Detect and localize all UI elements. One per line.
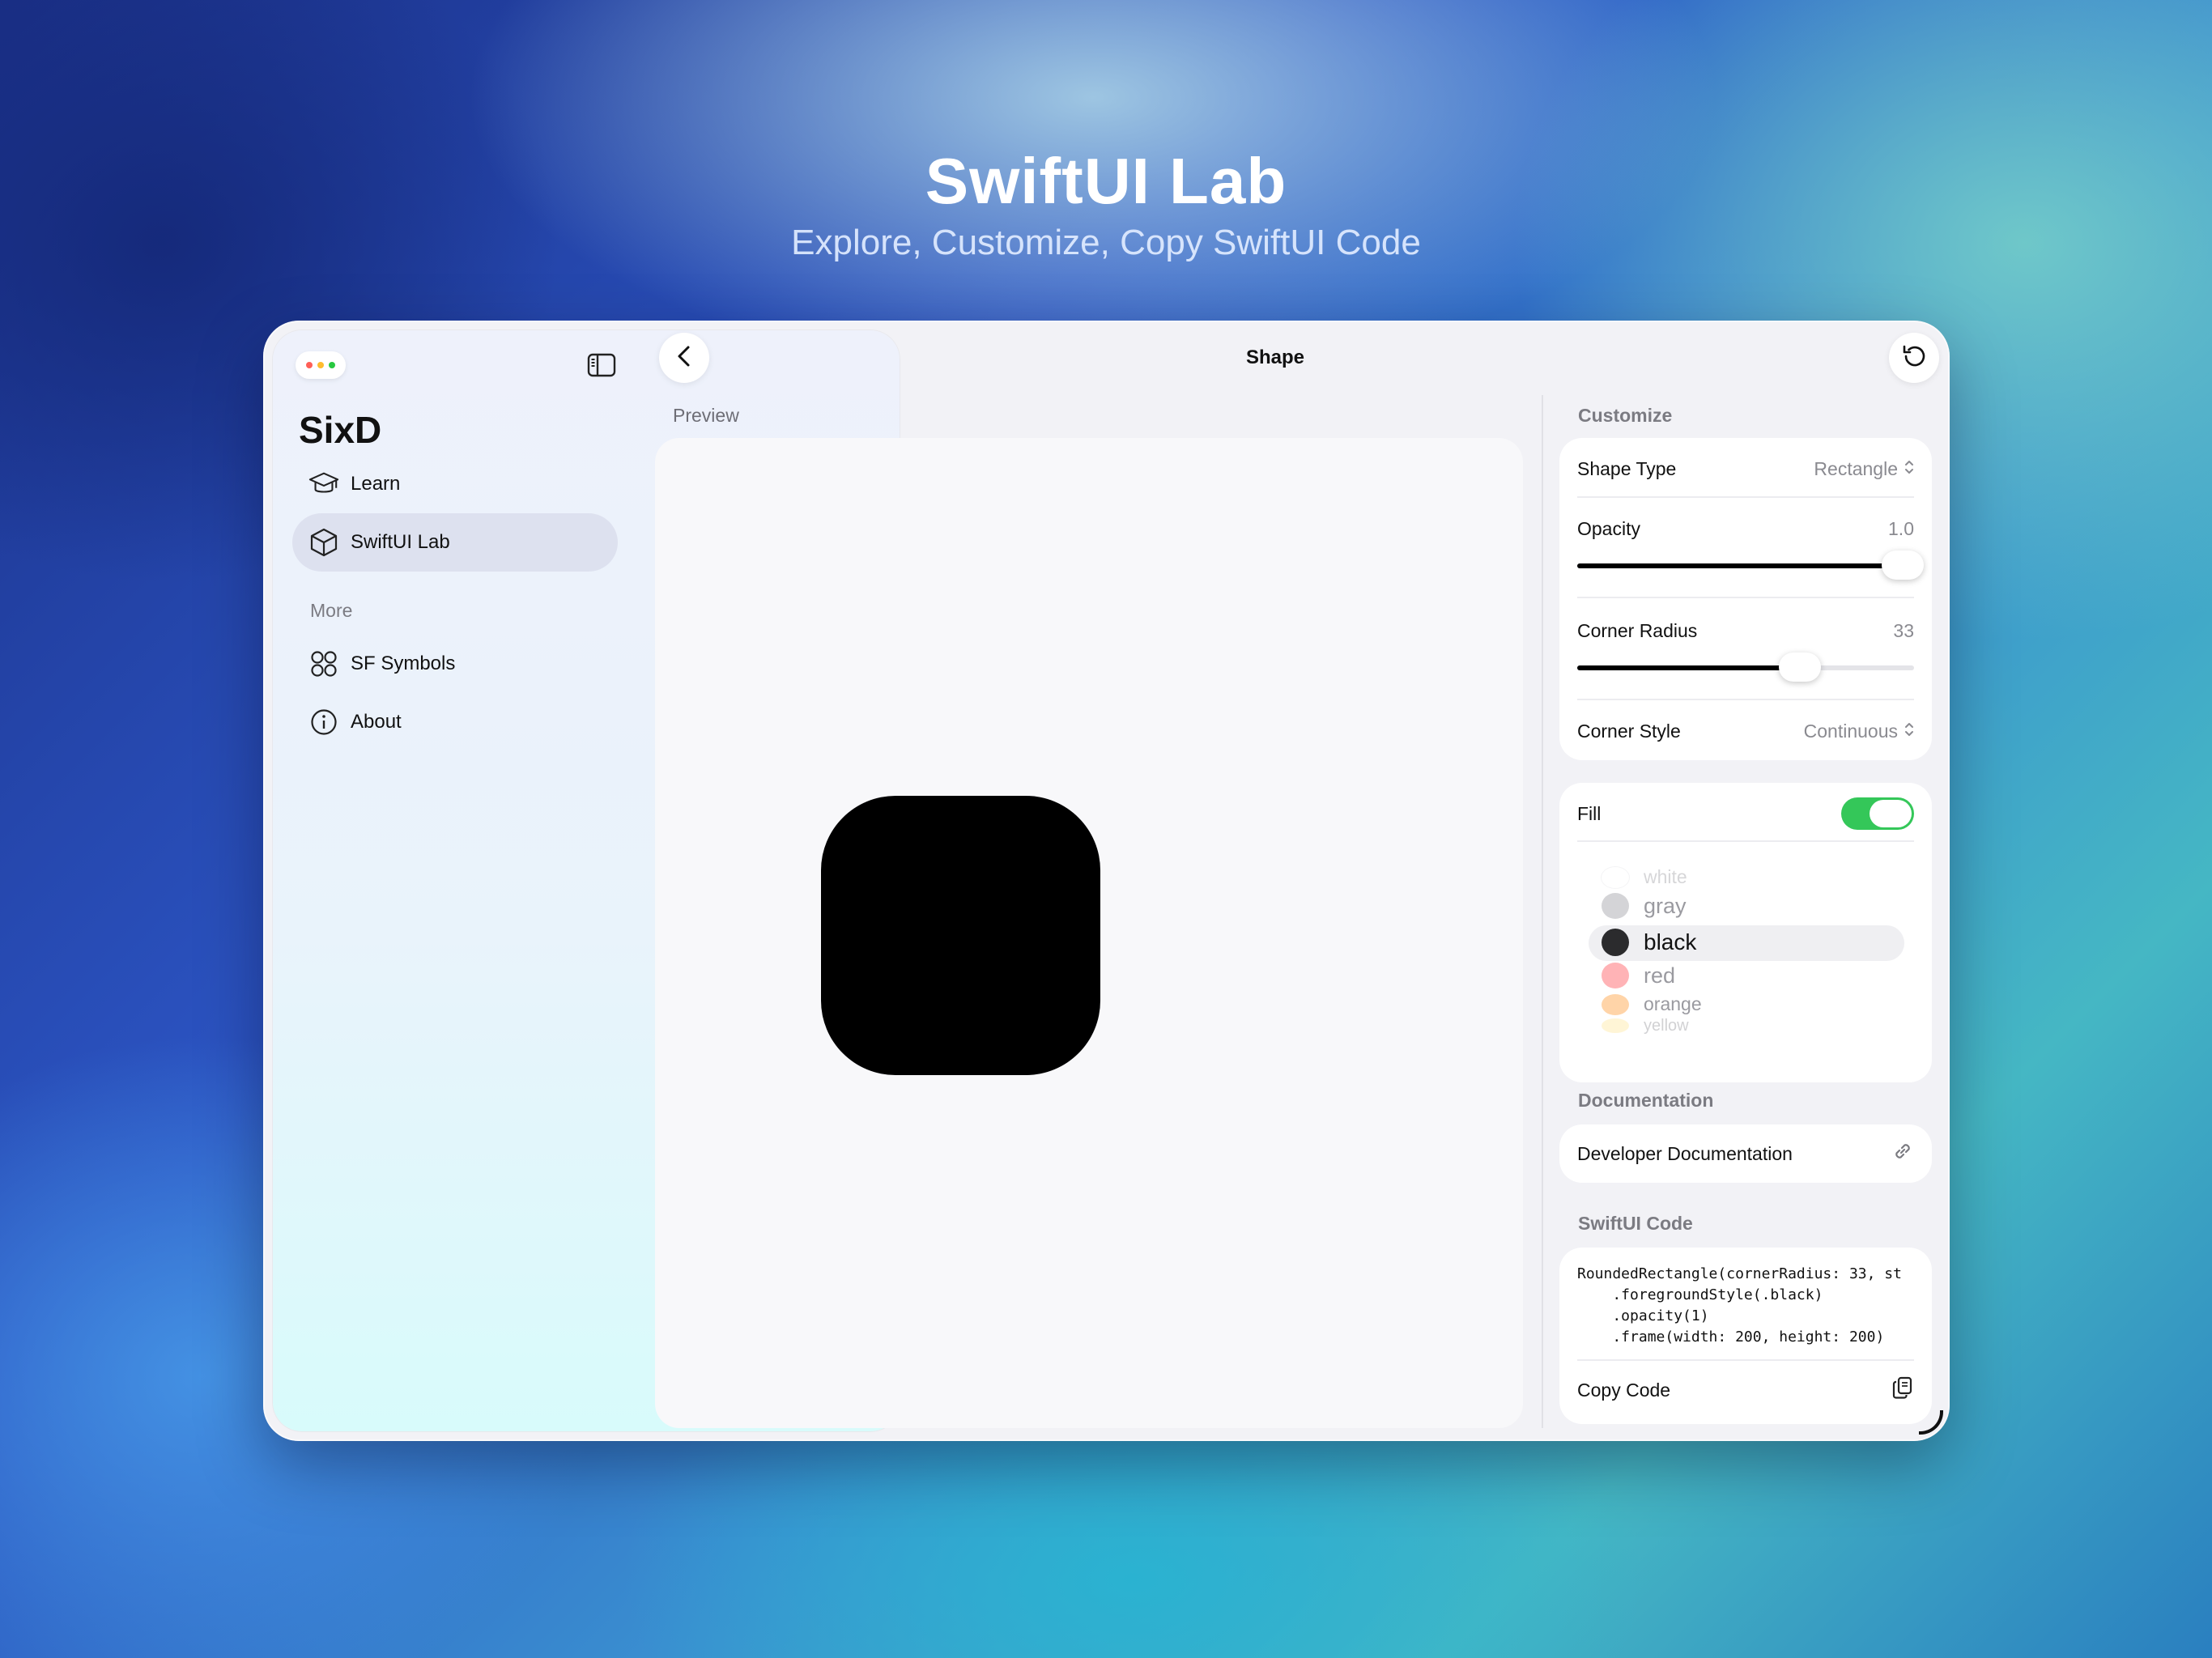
hero-title: SwiftUI Lab	[925, 145, 1287, 217]
fill-toggle[interactable]	[1841, 797, 1914, 830]
app-brand: SixD	[299, 409, 382, 451]
divider	[1577, 699, 1914, 700]
sidebar-item-label: About	[351, 711, 402, 733]
shape-type-row[interactable]: Shape Type Rectangle	[1577, 453, 1914, 485]
zoom-dot[interactable]	[329, 362, 335, 368]
opacity-row: Opacity 1.0	[1577, 512, 1914, 545]
sidebar-item-about[interactable]: About	[292, 693, 618, 751]
divider	[1577, 1359, 1914, 1361]
reset-icon	[1900, 342, 1928, 374]
sidebar-item-label: SF Symbols	[351, 653, 456, 674]
preview-label: Preview	[673, 405, 739, 426]
sidebar-item-learn[interactable]: Learn	[292, 455, 618, 513]
divider	[1577, 840, 1914, 842]
shape-type-picker[interactable]: Rectangle	[1814, 458, 1914, 480]
copy-icon	[1891, 1375, 1914, 1405]
divider	[1577, 496, 1914, 498]
info-circle-icon	[308, 707, 339, 738]
corner-style-label: Corner Style	[1577, 720, 1681, 742]
corner-radius-slider[interactable]	[1577, 653, 1914, 682]
copy-code-button[interactable]: Copy Code	[1577, 1374, 1914, 1406]
corner-radius-slider-thumb[interactable]	[1778, 653, 1821, 682]
back-button[interactable]	[659, 333, 709, 383]
opacity-slider-thumb[interactable]	[1882, 551, 1924, 580]
color-name: black	[1644, 929, 1697, 954]
color-option-white[interactable]: white	[1602, 866, 1687, 888]
color-name: red	[1644, 963, 1676, 988]
reset-button[interactable]	[1889, 333, 1939, 383]
panel-divider	[1542, 395, 1543, 1428]
color-swatch	[1602, 1018, 1629, 1033]
minimize-dot[interactable]	[317, 362, 324, 368]
developer-documentation-label: Developer Documentation	[1577, 1142, 1793, 1164]
color-option-yellow[interactable]: yellow	[1602, 1018, 1689, 1034]
opacity-value: 1.0	[1888, 517, 1914, 539]
swiftui-code-label: SwiftUI Code	[1578, 1213, 1693, 1234]
chevron-up-down-icon	[1904, 458, 1914, 480]
fill-card: Fill white gray black red orange yellow	[1559, 783, 1932, 1082]
grid-circles-icon	[308, 648, 339, 679]
color-option-black[interactable]: black	[1602, 929, 1696, 956]
color-name: orange	[1644, 993, 1702, 1014]
opacity-slider-fill	[1577, 563, 1898, 568]
code-line: .opacity(1)	[1577, 1307, 1709, 1324]
code-card: RoundedRectangle(cornerRadius: 33, st .f…	[1559, 1248, 1932, 1424]
corner-style-row[interactable]: Corner Style Continuous	[1577, 715, 1914, 747]
corner-radius-label: Corner Radius	[1577, 619, 1698, 641]
color-name: gray	[1644, 893, 1687, 918]
shape-type-label: Shape Type	[1577, 457, 1677, 479]
resize-handle[interactable]	[1919, 1410, 1943, 1435]
sidebar-section-more: More	[310, 600, 353, 621]
code-line: RoundedRectangle(cornerRadius: 33, st	[1577, 1265, 1902, 1282]
toggle-knob	[1870, 800, 1912, 827]
chevron-up-down-icon	[1904, 721, 1914, 742]
link-icon	[1891, 1140, 1914, 1167]
window-controls[interactable]	[296, 351, 346, 379]
color-swatch	[1602, 929, 1629, 956]
fill-row: Fill	[1577, 796, 1914, 831]
corner-style-picker[interactable]: Continuous	[1804, 721, 1914, 742]
corner-radius-value: 33	[1893, 619, 1914, 641]
color-swatch	[1602, 866, 1629, 888]
color-option-gray[interactable]: gray	[1602, 893, 1687, 919]
color-option-orange[interactable]: orange	[1602, 993, 1702, 1015]
preview-shape	[821, 796, 1100, 1075]
corner-radius-row: Corner Radius 33	[1577, 614, 1914, 647]
color-swatch	[1602, 893, 1629, 919]
hero-subtitle: Explore, Customize, Copy SwiftUI Code	[791, 223, 1421, 262]
shape-type-value: Rectangle	[1814, 457, 1898, 479]
documentation-card[interactable]: Developer Documentation	[1559, 1124, 1932, 1183]
code-block: RoundedRectangle(cornerRadius: 33, st .f…	[1577, 1264, 1917, 1348]
page-title: Shape	[1245, 346, 1305, 368]
developer-documentation-link[interactable]: Developer Documentation	[1577, 1137, 1914, 1170]
sidebar-item-sf-symbols[interactable]: SF Symbols	[292, 635, 618, 693]
close-dot[interactable]	[306, 362, 313, 368]
code-line: .frame(width: 200, height: 200)	[1577, 1329, 1885, 1346]
sidebar-item-label: Learn	[351, 473, 401, 495]
fill-label: Fill	[1577, 802, 1602, 824]
opacity-label: Opacity	[1577, 517, 1640, 539]
color-swatch	[1602, 963, 1629, 988]
documentation-label: Documentation	[1578, 1090, 1714, 1111]
corner-style-value: Continuous	[1803, 720, 1898, 742]
sidebar-item-swiftui-lab[interactable]: SwiftUI Lab	[292, 513, 618, 572]
code-line: .foregroundStyle(.black)	[1577, 1286, 1823, 1303]
color-swatch	[1602, 993, 1629, 1015]
cube-icon	[308, 527, 339, 558]
color-name: white	[1644, 866, 1687, 887]
chevron-left-icon	[676, 345, 692, 372]
copy-code-label: Copy Code	[1577, 1379, 1671, 1401]
customize-card: Shape Type Rectangle Opacity 1.0 Corner …	[1559, 438, 1932, 760]
app-window: SixD Learn SwiftUI Lab More SF Symbols A	[263, 321, 1950, 1441]
divider	[1577, 597, 1914, 598]
sidebar-toggle-icon[interactable]	[587, 353, 616, 377]
color-option-red[interactable]: red	[1602, 963, 1675, 988]
graduation-cap-icon	[308, 469, 339, 500]
opacity-slider[interactable]	[1577, 551, 1924, 580]
corner-radius-slider-fill	[1577, 665, 1784, 670]
customize-label: Customize	[1578, 405, 1673, 426]
sidebar-item-label: SwiftUI Lab	[351, 531, 450, 553]
color-name: yellow	[1644, 1018, 1689, 1034]
